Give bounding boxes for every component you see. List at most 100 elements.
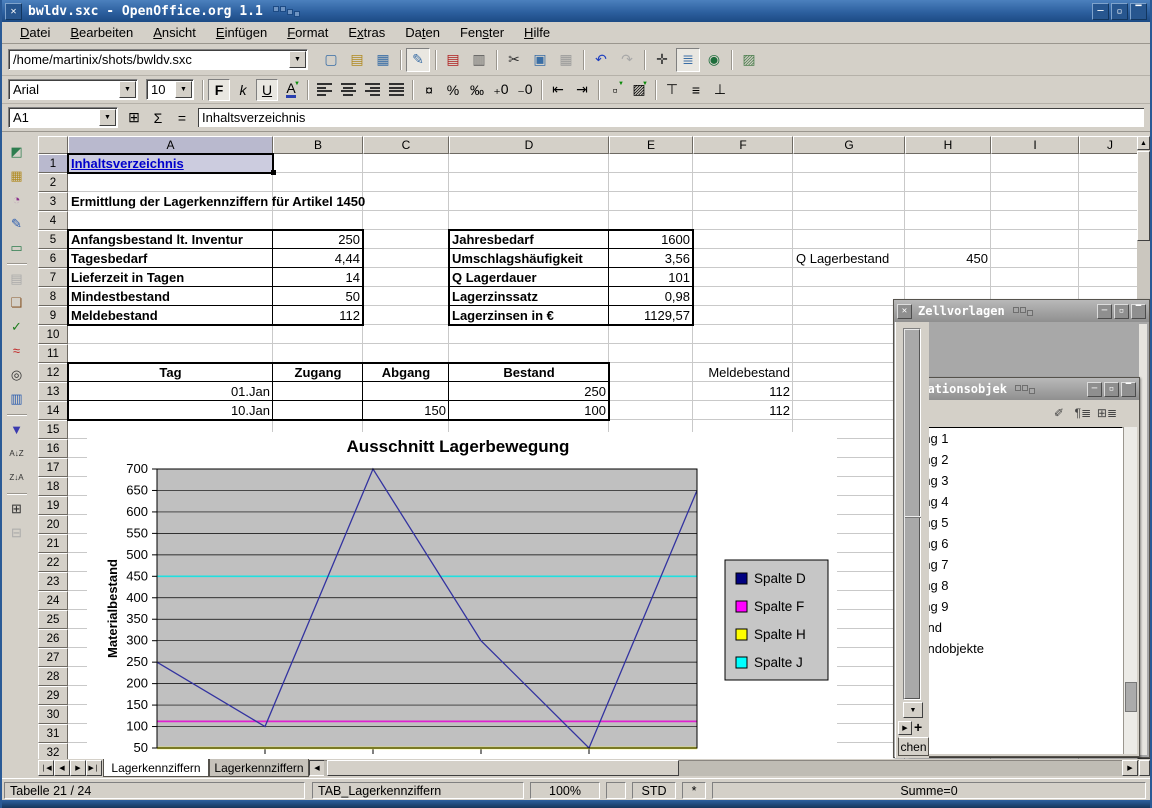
new-document-icon[interactable]: ▢ [319,48,343,72]
fill-format-mode-icon[interactable]: ✐ [1048,403,1070,423]
row-header-3[interactable]: 3 [38,192,68,211]
underline-icon[interactable]: U [256,79,278,101]
sort-ascending-icon[interactable]: A↓Z [5,442,29,465]
row-header-7[interactable]: 7 [38,268,68,287]
menu-item-bearbeiten[interactable]: Bearbeiten [60,23,143,42]
align-vcenter-icon[interactable]: ≡ [685,79,707,101]
row-header-31[interactable]: 31 [38,724,68,743]
style-list-item[interactable]: ung 5 [912,512,1122,533]
new-style-from-selection-icon[interactable]: ¶≣ [1072,403,1094,423]
style-list-item[interactable]: ung 9 [912,596,1122,617]
cell-B5[interactable]: 250 [273,230,363,249]
cell-D12[interactable]: Bestand [449,363,609,382]
hyperlink-bar-icon[interactable]: ◉ [702,48,726,72]
resize-grip[interactable] [1139,760,1150,776]
close-icon[interactable]: ✕ [5,3,22,20]
close-icon[interactable]: ✕ [897,304,912,319]
delete-decimal-icon[interactable]: ₋0 [514,79,536,101]
column-header-A[interactable]: A [68,136,273,154]
column-header-B[interactable]: B [273,136,363,154]
cell-D9[interactable]: Lagerzinsen in € [449,306,557,325]
cell-F14[interactable]: 112 [693,401,793,420]
horizontal-scroll-thumb[interactable] [327,760,679,776]
function-wizard-icon[interactable]: ⊞ [123,107,145,129]
style-list-item[interactable]: rundobjekte [912,638,1122,659]
row-header-18[interactable]: 18 [38,477,68,496]
align-bottom-icon[interactable]: ⊥ [709,79,731,101]
italic-icon[interactable]: k [232,79,254,101]
stylist-icon[interactable]: ≣ [676,48,700,72]
align-center-icon[interactable] [337,79,359,101]
scroll-up-icon[interactable]: ▲ [1137,136,1150,150]
cell-B8[interactable]: 50 [273,287,363,306]
undo-icon[interactable]: ↶ [589,48,613,72]
cell-D14[interactable]: 100 [449,401,609,420]
cell-G6[interactable]: Q Lagerbestand [793,249,892,268]
row-header-2[interactable]: 2 [38,173,68,192]
previous-sheet-icon[interactable]: ◀ [54,760,70,776]
copy-icon[interactable]: ▣ [528,48,552,72]
cell-B12[interactable]: Zugang [273,363,363,382]
align-justify-icon[interactable] [385,79,407,101]
cell-D8[interactable]: Lagerzinssatz [449,287,541,306]
borders-icon[interactable]: ▫▼ [604,79,626,101]
row-header-1[interactable]: 1 [38,154,68,173]
column-header-C[interactable]: C [363,136,449,154]
maximize-icon[interactable]: ▫ [1114,304,1129,319]
style-list-item[interactable]: ung 1 [912,428,1122,449]
insert-chart-icon[interactable]: ◔ [5,188,29,211]
cell-C12[interactable]: Abgang [363,363,449,382]
draw-functions-icon[interactable]: ✎ [5,212,29,235]
style-list-item[interactable]: ung 3 [912,470,1122,491]
scroll-down-icon[interactable]: ▼ [903,702,923,718]
print-file-icon[interactable]: ▥ [467,48,491,72]
row-header-21[interactable]: 21 [38,534,68,553]
edit-file-icon[interactable]: ✎ [406,48,430,72]
style-list[interactable]: ung 1ung 2ung 3ung 4ung 5ung 6ung 7ung 8… [911,427,1123,754]
number-currency-icon[interactable]: ¤ [418,79,440,101]
align-right-icon[interactable] [361,79,383,101]
align-top-icon[interactable]: ⊤ [661,79,683,101]
data-sources-icon[interactable]: ▥ [5,387,29,410]
shade-icon[interactable]: ▔ [1121,382,1136,397]
row-header-4[interactable]: 4 [38,211,68,230]
cell-H6[interactable]: 450 [905,249,991,268]
menu-item-daten[interactable]: Daten [395,23,450,42]
align-left-icon[interactable] [313,79,335,101]
first-sheet-icon[interactable]: ❘◀ [38,760,54,776]
row-header-19[interactable]: 19 [38,496,68,515]
style-list-scrollbar[interactable] [1123,427,1137,754]
cell-A3[interactable]: Ermittlung der Lagerkennziffern für Arti… [68,192,368,211]
style-list-item[interactable]: ung 8 [912,575,1122,596]
insert-columns-icon[interactable]: ▤ [5,267,29,290]
sum-icon[interactable]: Σ [147,107,169,129]
shade-icon[interactable]: ▔ [1130,3,1147,20]
tab-scroll-left-icon[interactable]: ◀ [309,760,325,776]
row-header-5[interactable]: 5 [38,230,68,249]
background-sheet-tab[interactable]: chen [898,737,929,756]
spellcheck-icon[interactable]: ✓ [5,315,29,338]
cell-B6[interactable]: 4,44 [273,249,363,268]
next-sheet-icon[interactable]: ▶ [70,760,86,776]
decrease-indent-icon[interactable]: ⇤ [547,79,569,101]
redo-icon[interactable]: ↷ [615,48,639,72]
row-header-32[interactable]: 32 [38,743,68,759]
url-combo[interactable]: /home/martinix/shots/bwldv.sxc ▼ [8,49,308,70]
style-list-item[interactable]: el [912,701,1122,722]
style-list-item[interactable]: rund [912,617,1122,638]
save-document-icon[interactable]: ▦ [371,48,395,72]
cell-E7[interactable]: 101 [609,268,693,287]
row-header-29[interactable]: 29 [38,686,68,705]
insert-cells-icon[interactable]: ▦ [5,164,29,187]
cell-D6[interactable]: Umschlagshäufigkeit [449,249,586,268]
maximize-icon[interactable]: ▫ [1104,382,1119,397]
style-list-item[interactable]: ung 2 [912,449,1122,470]
column-header-G[interactable]: G [793,136,905,154]
export-pdf-icon[interactable]: ▤ [441,48,465,72]
navigator-icon[interactable]: ✛ [650,48,674,72]
bold-icon[interactable]: F [208,79,230,101]
row-header-14[interactable]: 14 [38,401,68,420]
sheet-tab-2[interactable]: Lagerkennziffern [209,759,309,777]
cell-A5[interactable]: Anfangsbestand lt. Inventur [68,230,246,249]
cell-F13[interactable]: 112 [693,382,793,401]
